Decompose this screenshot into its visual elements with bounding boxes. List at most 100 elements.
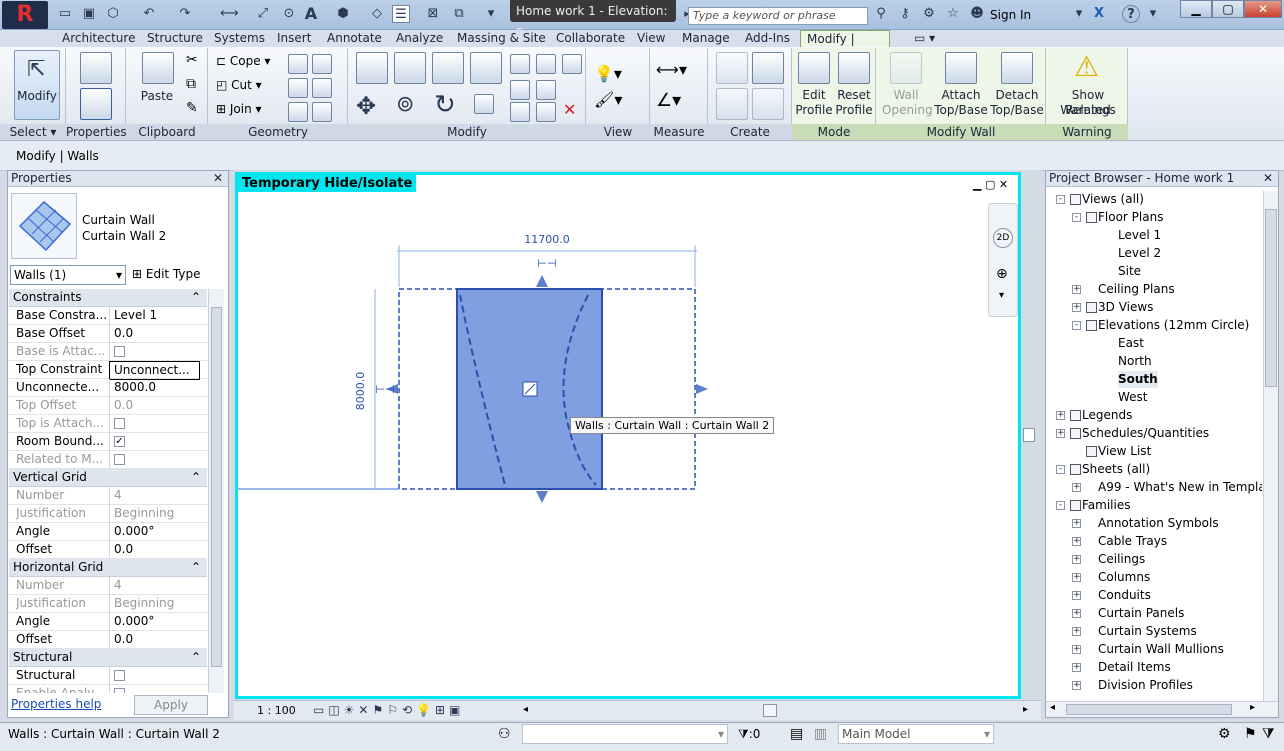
browser-item[interactable]: Ceiling Plans [1098, 281, 1175, 298]
browser-item[interactable]: Site [1118, 263, 1141, 280]
property-row[interactable]: Offset 0.0 [9, 541, 207, 559]
view-scale[interactable]: 1 : 100 [257, 704, 296, 717]
collapse-icon[interactable]: - [1056, 501, 1065, 510]
property-row[interactable]: Top Offset 0.0 [9, 397, 207, 415]
modify-button[interactable]: ⇱ Modify [14, 50, 60, 120]
tab-annotate[interactable]: Annotate [325, 30, 384, 47]
detach-top-base-button[interactable]: Detach Top/Base [990, 50, 1044, 122]
drawing-canvas[interactable]: Temporary Hide/Isolate 11700.0 8000.0 ⊢⊣… [235, 172, 1021, 699]
property-value[interactable]: Unconnect... [109, 361, 200, 380]
3d-view-icon[interactable]: ⬢ [334, 5, 352, 23]
create-group-icon[interactable] [716, 88, 748, 120]
open-icon[interactable]: ▭ [56, 5, 74, 23]
browser-item[interactable]: Sheets (all) [1082, 461, 1150, 478]
expand-icon[interactable]: + [1072, 285, 1081, 294]
elevation-view[interactable]: 11700.0 8000.0 ⊢⊣ ⊢⊣ [238, 175, 1018, 696]
switch-windows-icon[interactable]: ⧉ [450, 5, 468, 23]
property-row[interactable]: Base Offset 0.0 [9, 325, 207, 343]
steering-wheel-icon[interactable]: 2D [993, 228, 1013, 248]
pin-icon[interactable] [562, 54, 582, 74]
paint-icon[interactable] [312, 54, 332, 74]
sign-in-link[interactable]: Sign In [990, 8, 1031, 22]
property-value[interactable]: 8000.0 [109, 379, 200, 396]
browser-item[interactable]: Ceilings [1098, 551, 1145, 568]
expand-icon[interactable]: + [1072, 537, 1081, 546]
browser-item[interactable]: Level 1 [1118, 227, 1161, 244]
apply-button[interactable]: Apply [134, 695, 208, 715]
scroll-right-icon[interactable]: ▸ [1023, 704, 1028, 715]
property-checkbox[interactable]: ✓ [114, 436, 125, 447]
sync-icon[interactable]: ⬡ [104, 5, 122, 23]
tab-structure[interactable]: Structure [145, 30, 205, 47]
cope-button[interactable]: ⊏ Cope ▾ [216, 54, 270, 68]
paste-icon[interactable] [142, 52, 174, 84]
property-value[interactable]: 0.0 [109, 325, 200, 342]
design-options-icon[interactable]: ▥ [814, 726, 827, 742]
tab-architecture[interactable]: Architecture [60, 30, 137, 47]
browser-item[interactable]: Curtain Panels [1098, 605, 1184, 622]
view-control-icons[interactable]: ▭◫☀✕⚑⚐⟲💡⊞▣ [313, 703, 464, 717]
property-row[interactable]: Angle 0.000° [9, 613, 207, 631]
drag-arrow-right-icon[interactable] [696, 384, 708, 394]
copy-icon[interactable]: ⧉ [186, 76, 196, 92]
app-menu-button[interactable]: R [2, 1, 48, 29]
browser-item[interactable]: North [1118, 353, 1152, 370]
dimension-horizontal-text[interactable]: 11700.0 [524, 233, 570, 246]
mirror-draw-icon[interactable] [470, 52, 502, 84]
worksets-icon[interactable]: ⚇ [498, 726, 511, 742]
hide-element-icon[interactable]: 💡▾ [594, 64, 622, 83]
property-row[interactable]: Top Constraint Unconnect... [9, 361, 207, 380]
reset-profile-button[interactable]: Reset Profile [835, 50, 874, 122]
exchange-icon[interactable]: X [1090, 5, 1108, 23]
browser-item[interactable]: Level 2 [1118, 245, 1161, 262]
split-face-icon[interactable] [288, 54, 308, 74]
create-parts-icon[interactable] [752, 52, 784, 84]
edit-type-button[interactable]: ⊞ Edit Type [132, 265, 226, 285]
tab-analyze[interactable]: Analyze [394, 30, 445, 47]
customize-qat-icon[interactable]: ▾ [482, 5, 500, 23]
tab-modify-walls[interactable]: Modify | Walls [800, 30, 890, 62]
expand-icon[interactable]: + [1072, 573, 1081, 582]
demolish-icon[interactable] [312, 78, 332, 98]
array-linear-icon[interactable] [536, 80, 556, 100]
browser-item[interactable]: Division Profiles [1098, 677, 1193, 694]
tab-insert[interactable]: Insert [275, 30, 313, 47]
trim-icon[interactable] [510, 102, 530, 122]
dimension-vertical-text[interactable]: 8000.0 [354, 372, 367, 411]
collapse-icon[interactable]: ⌃ [191, 289, 201, 306]
browser-item[interactable]: Conduits [1098, 587, 1151, 604]
browser-item[interactable]: Columns [1098, 569, 1150, 586]
browser-item[interactable]: South [1118, 371, 1158, 388]
view-splitter-handle[interactable] [1023, 428, 1035, 442]
match-type-icon[interactable]: ✎ [186, 100, 198, 116]
property-row[interactable]: Justification Beginning [9, 505, 207, 523]
filter-status-icon[interactable]: ⧩ [1262, 726, 1275, 742]
property-row[interactable]: Number 4 [9, 577, 207, 595]
create-similar-icon[interactable] [752, 88, 784, 120]
tab-view[interactable]: View [635, 30, 667, 47]
filter-count[interactable]: ⧩:0 [738, 727, 760, 742]
property-row[interactable]: Room Bound... ✓ [9, 433, 207, 451]
selection-settings-icon[interactable]: ⚙ [1218, 726, 1231, 742]
expand-icon[interactable]: + [1072, 627, 1081, 636]
measure-between-icon[interactable]: ⟷▾ [656, 60, 687, 79]
close-icon[interactable]: ✕ [213, 171, 223, 186]
expand-icon[interactable]: + [1072, 663, 1081, 672]
tag-icon[interactable]: ⊙ [280, 5, 298, 23]
browser-item[interactable]: Elevations (12mm Circle) [1098, 317, 1249, 334]
drag-arrow-top-icon[interactable] [536, 275, 548, 287]
editable-only-icon[interactable]: ▤ [790, 726, 803, 742]
redo-icon[interactable]: ↷ [176, 5, 194, 23]
browser-scroll-thumb[interactable] [1265, 209, 1277, 387]
tab-systems[interactable]: Systems [212, 30, 267, 47]
property-checkbox[interactable] [114, 670, 125, 681]
expand-icon[interactable]: + [1072, 555, 1081, 564]
save-icon[interactable]: ▣ [80, 5, 98, 23]
browser-item[interactable]: 3D Views [1098, 299, 1153, 316]
property-value[interactable]: 0.0 [109, 631, 200, 648]
expand-icon[interactable]: + [1072, 303, 1081, 312]
expand-icon[interactable]: + [1072, 681, 1081, 690]
browser-item[interactable]: Families [1082, 497, 1130, 514]
create-assembly-icon[interactable] [716, 52, 748, 84]
drag-arrow-bottom-icon[interactable] [536, 491, 548, 503]
